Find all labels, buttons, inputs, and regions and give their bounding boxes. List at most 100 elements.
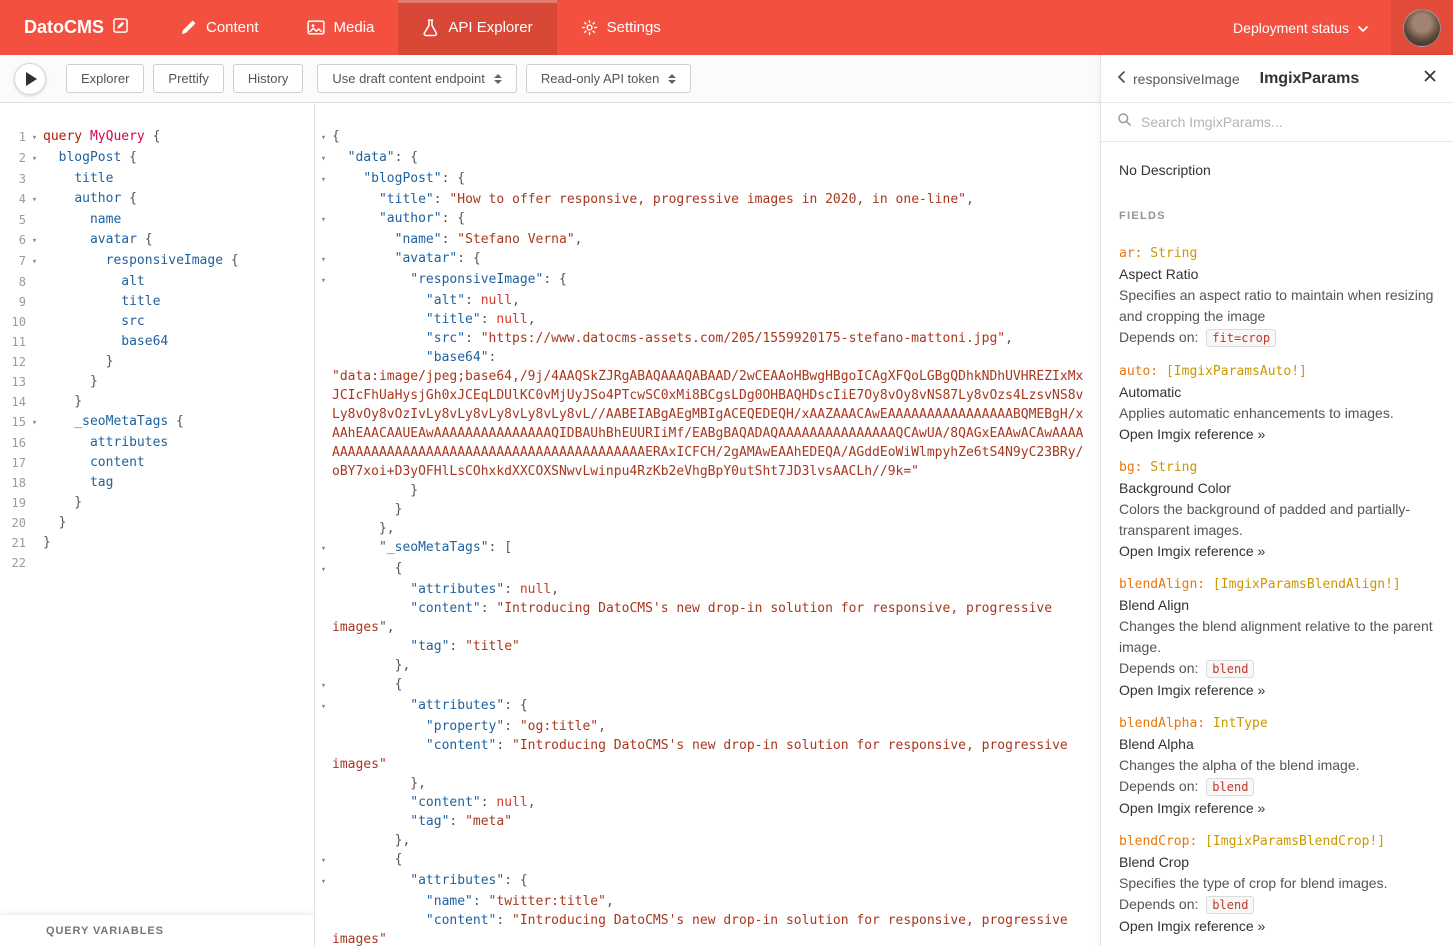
field-signature[interactable]: bg: String — [1119, 458, 1435, 478]
code-line: { — [332, 675, 1100, 696]
field-signature[interactable]: blendCrop: [ImgixParamsBlendCrop!] — [1119, 832, 1435, 852]
field-title: Aspect Ratio — [1119, 264, 1435, 285]
fold-arrow-icon[interactable]: ▾ — [315, 270, 332, 291]
nav-item-content[interactable]: Content — [156, 0, 283, 55]
field-type[interactable]: String — [1142, 246, 1197, 261]
docs-field-auto: auto: [ImgixParamsAuto!]AutomaticApplies… — [1119, 362, 1435, 445]
field-title: Blend Crop — [1119, 852, 1435, 873]
fold-gutter — [315, 736, 332, 774]
query-line: 2▾ blogPost { — [0, 148, 314, 169]
field-title: Blend Alpha — [1119, 734, 1435, 755]
imgix-reference-link[interactable]: Open Imgix reference » — [1119, 916, 1435, 937]
docs-fields-heading: FIELDS — [1119, 210, 1435, 222]
line-number: 15 — [0, 412, 26, 433]
fold-arrow-icon[interactable]: ▾ — [315, 559, 332, 580]
fold-arrow-icon[interactable]: ▾ — [315, 850, 332, 871]
fold-arrow-icon[interactable]: ▾ — [26, 189, 43, 210]
field-signature[interactable]: blendAlpha: IntType — [1119, 714, 1435, 734]
query-line: 22 — [0, 553, 314, 573]
avatar[interactable] — [1403, 9, 1441, 47]
docs-search-input[interactable] — [1141, 114, 1437, 130]
line-number: 2 — [0, 148, 26, 169]
fold-arrow-icon[interactable]: ▾ — [315, 538, 332, 559]
deployment-status-button[interactable]: Deployment status — [1211, 0, 1391, 55]
code-line: query MyQuery { — [43, 127, 160, 148]
docs-close-button[interactable] — [1423, 69, 1437, 88]
history-button[interactable]: History — [233, 64, 303, 93]
fold-gutter — [315, 717, 332, 736]
field-type[interactable]: String — [1142, 460, 1197, 475]
fold-gutter — [315, 793, 332, 812]
brand-logo[interactable]: DatoCMS — [0, 0, 156, 55]
field-type[interactable]: [ImgixParamsBlendCrop!] — [1197, 834, 1385, 849]
field-name[interactable]: blendAlign: — [1119, 577, 1205, 592]
docs-back-button[interactable]: responsiveImage — [1117, 70, 1240, 87]
depends-label: Depends on: — [1119, 778, 1202, 794]
field-name[interactable]: ar: — [1119, 246, 1142, 261]
result-line: ▾ "blogPost": { — [315, 169, 1100, 190]
nav-item-api-explorer[interactable]: API Explorer — [398, 0, 556, 55]
field-name[interactable]: blendCrop: — [1119, 834, 1197, 849]
result-line: ▾ "attributes": { — [315, 696, 1100, 717]
field-type[interactable]: IntType — [1205, 716, 1268, 731]
fold-arrow-icon[interactable]: ▾ — [315, 249, 332, 270]
explorer-column: Explorer Prettify History Use draft conten… — [0, 55, 1100, 946]
query-editor[interactable]: 1▾query MyQuery {2▾ blogPost {3 title4▾ … — [0, 103, 315, 946]
nav-item-settings[interactable]: Settings — [557, 0, 685, 55]
fold-arrow-icon[interactable]: ▾ — [26, 148, 43, 169]
query-variables-toggle[interactable]: QUERY VARIABLES — [0, 915, 314, 946]
result-line: ▾ { — [315, 850, 1100, 871]
fold-arrow-icon[interactable]: ▾ — [315, 127, 332, 148]
fold-arrow-icon[interactable]: ▾ — [315, 209, 332, 230]
depends-label: Depends on: — [1119, 329, 1202, 345]
endpoint-select[interactable]: Use draft content endpoint — [317, 64, 517, 93]
code-line: } — [43, 372, 98, 392]
imgix-reference-link[interactable]: Open Imgix reference » — [1119, 541, 1435, 562]
top-bar-right: Deployment status — [1211, 0, 1453, 55]
fold-arrow-icon[interactable]: ▾ — [315, 169, 332, 190]
execute-query-button[interactable] — [14, 63, 46, 95]
fold-arrow-icon[interactable]: ▾ — [26, 230, 43, 251]
line-number: 1 — [0, 127, 26, 148]
docs-field-blendAlpha: blendAlpha: IntTypeBlend AlphaChanges th… — [1119, 714, 1435, 819]
fold-arrow-icon[interactable]: ▾ — [315, 675, 332, 696]
field-signature[interactable]: ar: String — [1119, 244, 1435, 264]
explorer-button[interactable]: Explorer — [66, 64, 144, 93]
edit-logo-icon — [113, 17, 128, 38]
field-name[interactable]: blendAlpha: — [1119, 716, 1205, 731]
fold-arrow-icon[interactable]: ▾ — [315, 871, 332, 892]
fold-gutter — [315, 230, 332, 249]
chevron-left-icon — [1117, 70, 1126, 87]
api-token-select[interactable]: Read-only API token — [526, 64, 692, 93]
imgix-reference-link[interactable]: Open Imgix reference » — [1119, 424, 1435, 445]
code-line: } — [43, 392, 82, 412]
code-line: "name": "twitter:title", — [332, 892, 1100, 911]
fold-arrow-icon[interactable]: ▾ — [26, 251, 43, 272]
prettify-button[interactable]: Prettify — [153, 64, 223, 93]
field-type[interactable]: [ImgixParamsAuto!] — [1158, 364, 1307, 379]
nav-item-media[interactable]: Media — [283, 0, 399, 55]
field-name[interactable]: bg: — [1119, 460, 1142, 475]
imgix-reference-link[interactable]: Open Imgix reference » — [1119, 680, 1435, 701]
user-menu[interactable] — [1391, 0, 1453, 55]
imgix-reference-link[interactable]: Open Imgix reference » — [1119, 798, 1435, 819]
fold-arrow-icon[interactable]: ▾ — [26, 127, 43, 148]
media-icon — [307, 19, 325, 36]
line-number: 8 — [0, 272, 26, 292]
line-number: 4 — [0, 189, 26, 210]
fold-gutter — [26, 332, 43, 352]
field-signature[interactable]: blendAlign: [ImgixParamsBlendAlign!] — [1119, 575, 1435, 595]
query-code[interactable]: 1▾query MyQuery {2▾ blogPost {3 title4▾ … — [0, 103, 314, 573]
result-line: "tag": "meta" — [315, 812, 1100, 831]
fold-arrow-icon[interactable]: ▾ — [315, 696, 332, 717]
fold-arrow-icon[interactable]: ▾ — [26, 412, 43, 433]
field-type[interactable]: [ImgixParamsBlendAlign!] — [1205, 577, 1401, 592]
docs-field-bg: bg: StringBackground ColorColors the bac… — [1119, 458, 1435, 562]
field-name[interactable]: auto: — [1119, 364, 1158, 379]
field-signature[interactable]: auto: [ImgixParamsAuto!] — [1119, 362, 1435, 382]
result-viewer[interactable]: ▾{▾ "data": {▾ "blogPost": { "title": "H… — [315, 103, 1100, 946]
code-line: }, — [332, 831, 1100, 850]
fold-arrow-icon[interactable]: ▾ — [315, 148, 332, 169]
code-line: { — [332, 559, 1100, 580]
code-line: "data": { — [332, 148, 1100, 169]
